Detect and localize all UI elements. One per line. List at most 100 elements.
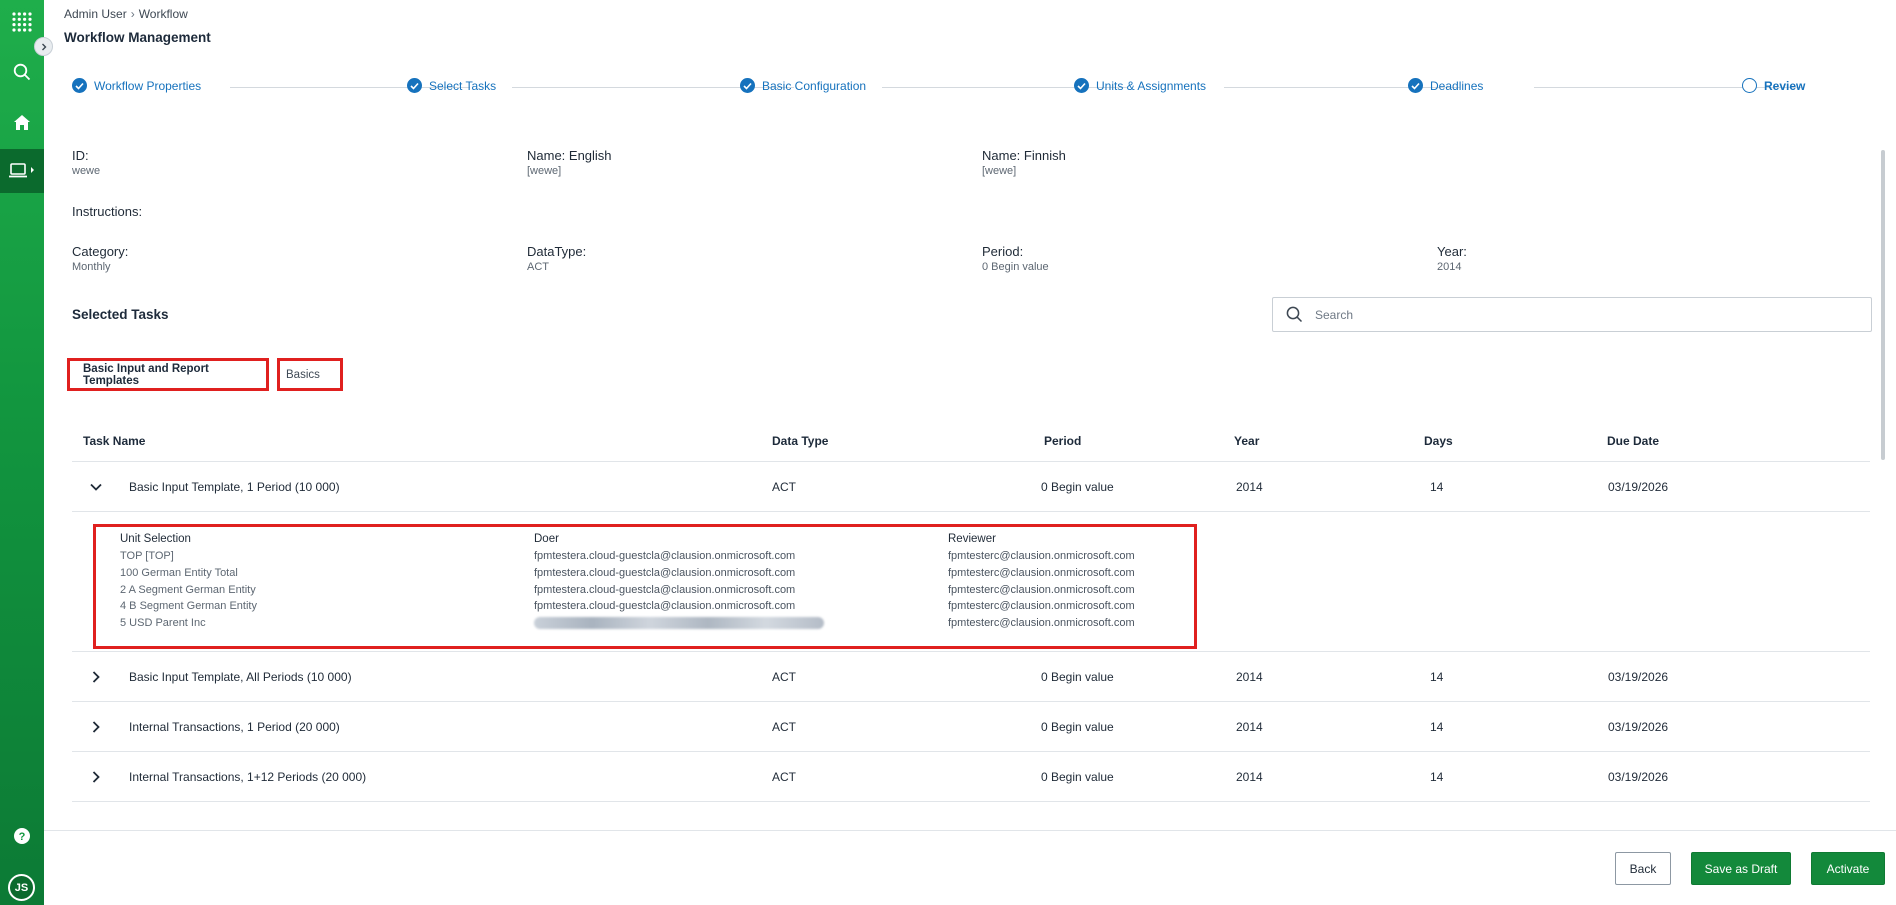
- save-as-draft-button[interactable]: Save as Draft: [1691, 852, 1791, 885]
- search-icon[interactable]: [0, 50, 44, 94]
- chevron-right-icon[interactable]: [88, 769, 104, 785]
- prop-label: Year:: [1437, 244, 1467, 259]
- step-deadlines[interactable]: Deadlines: [1408, 78, 1483, 93]
- home-icon[interactable]: [0, 100, 44, 144]
- column-header-year[interactable]: Year: [1234, 420, 1259, 462]
- doer-column: Doer fpmtestera.cloud-guestcla@clausion.…: [534, 533, 824, 632]
- step-label: Deadlines: [1430, 78, 1484, 93]
- breadcrumb: Admin User › Workflow: [64, 7, 188, 21]
- period-cell: 0 Begin value: [1041, 480, 1114, 494]
- due-date-cell: 03/19/2026: [1608, 770, 1669, 784]
- doer-item: fpmtestera.cloud-guestcla@clausion.onmic…: [534, 600, 796, 613]
- period-cell: 0 Begin value: [1041, 720, 1114, 734]
- step-label: Select Tasks: [429, 78, 497, 93]
- breadcrumb-current: Workflow: [138, 7, 188, 21]
- vertical-scrollbar[interactable]: [1881, 150, 1885, 460]
- workflow-laptop-icon[interactable]: [0, 149, 44, 193]
- year-cell: 2014: [1236, 770, 1263, 784]
- chevron-down-icon[interactable]: [88, 479, 104, 495]
- selected-tasks-title: Selected Tasks: [72, 307, 169, 322]
- row-expansion-panel: Unit Selection TOP [TOP] 100 German Enti…: [72, 512, 1870, 652]
- year-cell: 2014: [1236, 720, 1263, 734]
- step-label: Review: [1764, 78, 1806, 93]
- unit-item: 4 B Segment German Entity: [120, 600, 257, 613]
- reviewer-item: fpmtesterc@clausion.onmicrosoft.com: [948, 617, 1135, 630]
- year-cell: 2014: [1236, 670, 1263, 684]
- period-cell: 0 Begin value: [1041, 670, 1114, 684]
- prop-year: Year: 2014: [1437, 244, 1467, 273]
- table-row[interactable]: Basic Input Template, All Periods (10 00…: [72, 652, 1870, 702]
- due-date-cell: 03/19/2026: [1608, 720, 1669, 734]
- task-name-cell: Internal Transactions, 1+12 Periods (20 …: [129, 770, 367, 784]
- prop-value: ACT: [527, 261, 549, 273]
- data-type-cell: ACT: [772, 670, 796, 684]
- tab-basics[interactable]: Basics: [277, 358, 343, 391]
- prop-value: Monthly: [72, 261, 111, 273]
- prop-label: Period:: [982, 244, 1024, 259]
- tasks-table: Task Name Data Type Period Year Days Due…: [72, 420, 1870, 802]
- unit-assignment-box: Unit Selection TOP [TOP] 100 German Enti…: [93, 524, 1197, 649]
- doer-item-redacted: [534, 615, 824, 632]
- prop-value: 0 Begin value: [982, 261, 1049, 273]
- task-name-cell: Basic Input Template, 1 Period (10 000): [129, 480, 340, 494]
- prop-datatype: DataType: ACT: [527, 244, 586, 273]
- step-workflow-properties[interactable]: Workflow Properties: [72, 78, 201, 93]
- year-cell: 2014: [1236, 480, 1263, 494]
- column-header-task-name[interactable]: Task Name: [83, 420, 145, 462]
- step-units-assignments[interactable]: Units & Assignments: [1074, 78, 1206, 93]
- reviewer-column: Reviewer fpmtesterc@clausion.onmicrosoft…: [948, 533, 1135, 632]
- app-launcher-icon[interactable]: [0, 0, 44, 44]
- prop-value: 2014: [1437, 261, 1462, 273]
- chevron-right-icon[interactable]: [88, 669, 104, 685]
- days-cell: 14: [1430, 720, 1444, 734]
- reviewer-item: fpmtesterc@clausion.onmicrosoft.com: [948, 583, 1135, 596]
- step-review[interactable]: Review: [1742, 78, 1805, 93]
- expand-rail-chevron-icon[interactable]: [34, 37, 53, 56]
- redacted-email: [534, 617, 824, 630]
- doer-header: Doer: [534, 533, 559, 545]
- doer-item: fpmtestera.cloud-guestcla@clausion.onmic…: [534, 583, 796, 596]
- reviewer-header: Reviewer: [948, 533, 996, 545]
- unit-item: 100 German Entity Total: [120, 566, 238, 579]
- days-cell: 14: [1430, 770, 1444, 784]
- column-header-period[interactable]: Period: [1044, 420, 1081, 462]
- due-date-cell: 03/19/2026: [1608, 670, 1669, 684]
- help-icon[interactable]: ?: [0, 814, 44, 858]
- search-input[interactable]: [1315, 299, 1871, 330]
- step-basic-configuration[interactable]: Basic Configuration: [740, 78, 866, 93]
- table-row[interactable]: Internal Transactions, 1+12 Periods (20 …: [72, 752, 1870, 802]
- breadcrumb-parent[interactable]: Admin User: [64, 7, 127, 21]
- step-label: Units & Assignments: [1096, 78, 1207, 93]
- prop-value: [wewe]: [527, 165, 562, 177]
- table-row[interactable]: Internal Transactions, 1 Period (20 000)…: [72, 702, 1870, 752]
- tab-basic-input-and-report-templates[interactable]: Basic Input and Report Templates: [67, 358, 269, 391]
- data-type-cell: ACT: [772, 770, 796, 784]
- left-nav-rail: ? JS: [0, 0, 44, 905]
- reviewer-item: fpmtesterc@clausion.onmicrosoft.com: [948, 566, 1135, 579]
- prop-name-english: Name: English [wewe]: [527, 148, 612, 177]
- chevron-right-icon[interactable]: [88, 719, 104, 735]
- due-date-cell: 03/19/2026: [1608, 480, 1669, 494]
- unit-selection-header: Unit Selection: [120, 533, 191, 545]
- prop-name-finnish: Name: Finnish [wewe]: [982, 148, 1066, 177]
- step-check-icon: [1074, 78, 1089, 93]
- step-check-icon: [72, 78, 87, 93]
- task-name-cell: Basic Input Template, All Periods (10 00…: [129, 670, 352, 684]
- data-type-cell: ACT: [772, 720, 796, 734]
- unit-item: 2 A Segment German Entity: [120, 583, 256, 596]
- avatar[interactable]: JS: [8, 874, 35, 901]
- table-row[interactable]: Basic Input Template, 1 Period (10 000) …: [72, 462, 1870, 512]
- column-header-days[interactable]: Days: [1424, 420, 1453, 462]
- step-select-tasks[interactable]: Select Tasks: [407, 78, 496, 93]
- task-search: [1272, 297, 1872, 332]
- prop-value: [wewe]: [982, 165, 1017, 177]
- back-button[interactable]: Back: [1615, 852, 1671, 885]
- step-label: Workflow Properties: [94, 78, 202, 93]
- column-header-data-type[interactable]: Data Type: [772, 420, 828, 462]
- activate-button[interactable]: Activate: [1811, 852, 1885, 885]
- prop-label: Name: Finnish: [982, 148, 1066, 163]
- svg-text:?: ?: [19, 831, 26, 843]
- column-header-due-date[interactable]: Due Date: [1607, 420, 1659, 462]
- period-cell: 0 Begin value: [1041, 770, 1114, 784]
- prop-label: ID:: [72, 148, 89, 163]
